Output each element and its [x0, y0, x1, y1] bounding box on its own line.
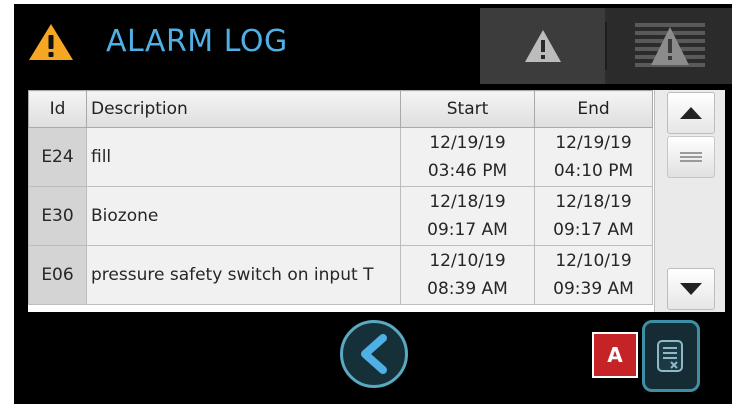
column-header-description[interactable]: Description — [86, 90, 401, 128]
triangle-up-icon — [680, 107, 702, 119]
page-title: ALARM LOG — [106, 24, 288, 59]
start-date: 12/10/19 — [429, 251, 506, 271]
alarm-start: 12/19/19 03:46 PM — [400, 127, 535, 187]
clear-log-icon — [657, 340, 683, 372]
alarm-end: 12/19/19 04:10 PM — [534, 127, 653, 187]
start-date: 12/19/19 — [429, 133, 506, 153]
table-row[interactable]: E06 pressure safety switch on input T 12… — [28, 245, 653, 305]
warning-icon — [29, 24, 73, 60]
end-date: 12/18/19 — [555, 192, 632, 212]
alarm-tabs — [480, 8, 732, 84]
scroll-up-button[interactable] — [667, 92, 715, 134]
end-time: 04:10 PM — [553, 161, 634, 181]
end-time: 09:39 AM — [553, 279, 634, 299]
alarm-start: 12/10/19 08:39 AM — [400, 245, 535, 305]
column-header-end[interactable]: End — [534, 90, 653, 128]
alarm-end: 12/10/19 09:39 AM — [534, 245, 653, 305]
alarm-start: 12/18/19 09:17 AM — [400, 186, 535, 246]
tab-alarm-history[interactable] — [607, 8, 732, 84]
hmi-screen: ALARM LOG Id Description Start End E24 f… — [14, 4, 732, 404]
table-row[interactable]: E24 fill 12/19/19 03:46 PM 12/19/19 04:1… — [28, 127, 653, 187]
triangle-down-icon — [680, 283, 702, 295]
alarm-id: E06 — [28, 245, 87, 305]
end-date: 12/19/19 — [555, 133, 632, 153]
scroll-down-button[interactable] — [667, 268, 715, 310]
table-row[interactable]: E30 Biozone 12/18/19 09:17 AM 12/18/19 0… — [28, 186, 653, 246]
tab-active-alarms[interactable] — [480, 8, 605, 84]
alarm-end: 12/18/19 09:17 AM — [534, 186, 653, 246]
annotation-marker: A — [592, 332, 638, 378]
chevron-left-icon — [361, 334, 387, 374]
alarm-log-table: Id Description Start End E24 fill 12/19/… — [28, 90, 653, 305]
start-time: 03:46 PM — [427, 161, 508, 181]
start-time: 08:39 AM — [427, 279, 508, 299]
alarm-description: pressure safety switch on input T — [86, 245, 401, 305]
end-date: 12/10/19 — [555, 251, 632, 271]
alarm-table: Id Description Start End E24 fill 12/19/… — [28, 90, 725, 312]
table-scrollbar[interactable] — [654, 90, 725, 312]
alarm-description: fill — [86, 127, 401, 187]
scroll-thumb[interactable] — [667, 136, 715, 178]
alarm-description: Biozone — [86, 186, 401, 246]
end-time: 09:17 AM — [553, 220, 634, 240]
alarm-id: E30 — [28, 186, 87, 246]
table-header-row: Id Description Start End — [28, 90, 653, 128]
alarm-id: E24 — [28, 127, 87, 187]
warning-triangle-icon — [524, 30, 561, 62]
column-header-start[interactable]: Start — [400, 90, 535, 128]
clear-log-button[interactable] — [642, 320, 700, 392]
warning-list-icon — [634, 23, 705, 67]
back-button[interactable] — [340, 320, 408, 388]
start-date: 12/18/19 — [429, 192, 506, 212]
start-time: 09:17 AM — [427, 220, 508, 240]
grip-icon — [680, 152, 702, 162]
column-header-id[interactable]: Id — [28, 90, 87, 128]
